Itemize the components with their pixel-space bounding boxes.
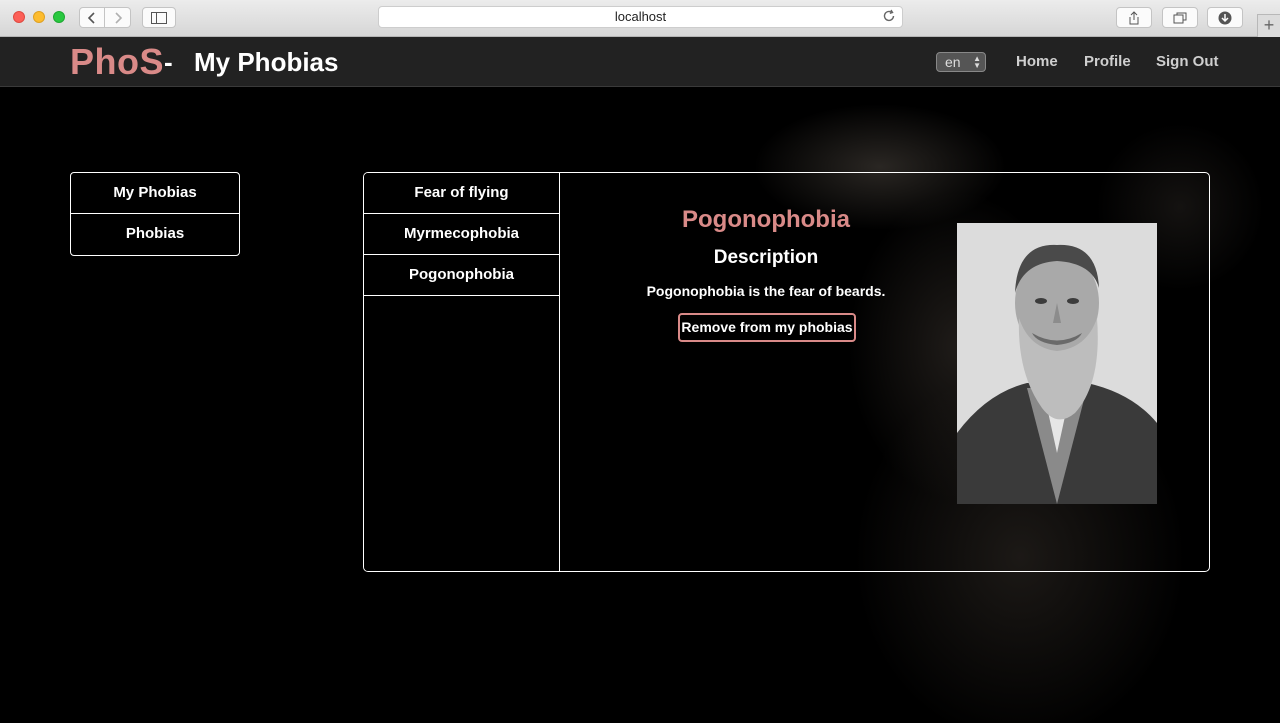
description-heading: Description (713, 247, 819, 268)
downloads-button[interactable] (1207, 7, 1243, 28)
tabs-icon (1173, 12, 1187, 23)
nav-home-link[interactable]: Home (1016, 53, 1058, 70)
forward-button[interactable] (105, 7, 131, 28)
web-page: PhoS - My Phobias en ▲ ▼ Home Profile Sig… (0, 37, 1280, 723)
phobia-description: Pogonophobia is the fear of beards. (646, 283, 886, 299)
phobia-image (957, 223, 1157, 504)
select-arrows-icon: ▲ ▼ (973, 54, 981, 70)
phobia-list-item[interactable]: Fear of flying (364, 173, 559, 214)
remove-from-my-phobias-button[interactable]: Remove from my phobias (678, 313, 856, 342)
nav-profile-link[interactable]: Profile (1084, 53, 1131, 70)
share-icon (1129, 10, 1139, 24)
chevron-right-icon (114, 11, 122, 24)
back-button[interactable] (79, 7, 105, 28)
side-menu-item-phobias[interactable]: Phobias (71, 214, 239, 255)
minimize-window-button[interactable] (33, 11, 45, 23)
new-tab-button[interactable]: + (1257, 14, 1280, 37)
sidebar-icon (151, 11, 167, 24)
phobia-list-item[interactable]: Myrmecophobia (364, 214, 559, 255)
phobia-list: Fear of flying Myrmecophobia Pogonophobi… (364, 173, 560, 571)
brand-logo[interactable]: PhoS (70, 41, 164, 83)
address-bar[interactable]: localhost (378, 6, 903, 28)
phobia-panel: Fear of flying Myrmecophobia Pogonophobi… (363, 172, 1210, 572)
sidebar-toggle-button[interactable] (142, 7, 176, 28)
browser-toolbar: localhost + (0, 0, 1280, 37)
phobia-name: Pogonophobia (682, 206, 850, 233)
tabs-overview-button[interactable] (1162, 7, 1198, 28)
side-menu-item-my-phobias[interactable]: My Phobias (71, 173, 239, 214)
download-icon (1218, 11, 1232, 24)
phobia-list-item[interactable]: Pogonophobia (364, 255, 559, 296)
share-button[interactable] (1116, 7, 1152, 28)
title-separator: - (164, 47, 173, 77)
top-navbar: PhoS - My Phobias en ▲ ▼ Home Profile Sig… (0, 37, 1280, 87)
nav-sign-out-link[interactable]: Sign Out (1156, 53, 1219, 70)
language-select[interactable]: en ▲ ▼ (936, 52, 986, 72)
side-menu: My Phobias Phobias (70, 172, 240, 256)
language-value: en (945, 54, 961, 70)
zoom-window-button[interactable] (53, 11, 65, 23)
page-title: My Phobias (194, 47, 339, 77)
bearded-man-portrait (957, 223, 1157, 504)
chevron-left-icon (87, 11, 95, 24)
reload-icon[interactable] (882, 9, 896, 23)
url-text: localhost (614, 9, 667, 24)
phobia-detail: Pogonophobia Description Pogonophobia is… (561, 173, 971, 571)
close-window-button[interactable] (13, 11, 25, 23)
